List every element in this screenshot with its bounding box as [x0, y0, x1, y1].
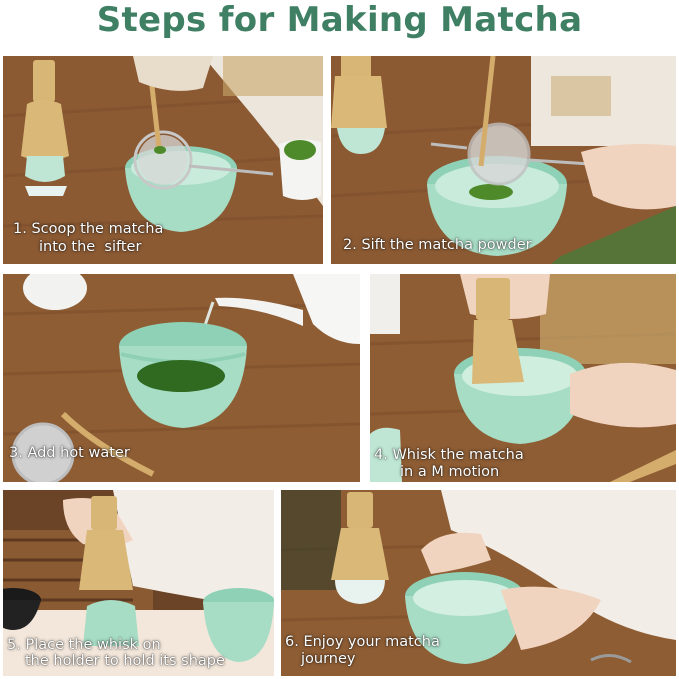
step-5-caption-line1: 5. Place the whisk on [7, 637, 161, 653]
step-2-photo: 2. Sift the matcha powder [331, 56, 676, 264]
step-1-caption-line1: 1. Scoop the matcha [13, 221, 164, 237]
page-title: Steps for Making Matcha [96, 0, 583, 40]
step-5-photo: 5. Place the whisk on the holder to hold… [3, 490, 274, 676]
step-1-caption-line2: into the sifter [39, 239, 142, 255]
step-4-caption-line2: in a M motion [400, 464, 500, 480]
step-3-photo: 3. Add hot water [3, 274, 360, 482]
step-2-illustration [331, 56, 676, 264]
step-4-caption-line1: 4. Whisk the matcha [374, 447, 524, 463]
step-6-caption-line1: 6. Enjoy your matcha [285, 634, 440, 650]
step-6-photo: 6. Enjoy your matcha journey [281, 490, 676, 676]
step-4-photo: 4. Whisk the matcha in a M motion [370, 274, 676, 482]
step-1-photo: 1. Scoop the matcha into the sifter [3, 56, 323, 264]
step-6-caption-line2: journey [301, 651, 356, 667]
step-3-caption: 3. Add hot water [9, 445, 130, 461]
step-2-caption: 2. Sift the matcha powder [343, 237, 532, 253]
step-5-caption-line2: the holder to hold its shape [25, 653, 225, 669]
